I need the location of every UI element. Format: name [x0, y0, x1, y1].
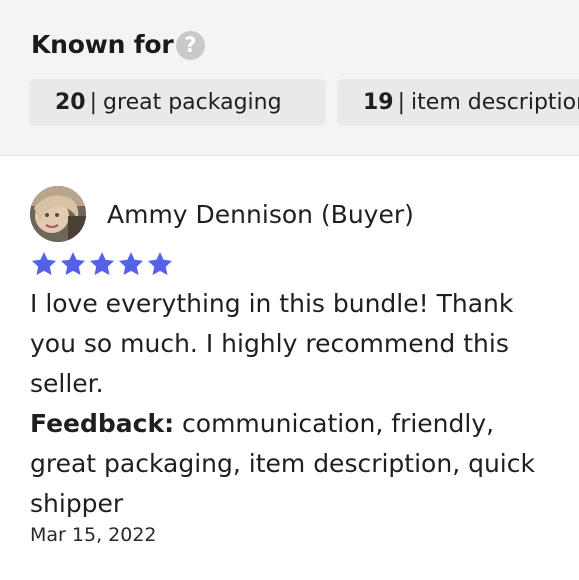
- question-circle-icon[interactable]: ?: [176, 31, 205, 60]
- reviewer-name[interactable]: Ammy Dennison (Buyer): [107, 200, 414, 229]
- star-icon: [89, 252, 115, 275]
- known-for-title: Known for: [31, 30, 174, 59]
- tag-chip[interactable]: 20 | great packaging: [29, 79, 326, 126]
- tag-separator: |: [397, 90, 406, 115]
- review-date: Mar 15, 2022: [30, 524, 157, 546]
- avatar[interactable]: [30, 186, 86, 242]
- star-icon: [147, 252, 173, 275]
- star-icon: [60, 252, 86, 275]
- star-icon: [118, 252, 144, 275]
- known-for-section: Known for ? 20 | great packaging 19 | item d…: [0, 0, 579, 156]
- review-text: I love everything in this bundle! Thank …: [30, 289, 514, 398]
- tag-chip[interactable]: 19 | item description: [337, 79, 579, 126]
- avatar-image: [30, 186, 86, 242]
- star-icon: [31, 252, 57, 275]
- tag-label: great packaging: [103, 90, 282, 115]
- review-card: Ammy Dennison (Buyer) I love everything …: [0, 156, 579, 580]
- tag-count: 19: [363, 90, 394, 115]
- feedback-label: Feedback:: [30, 409, 175, 438]
- feedback: Feedback: communication, friendly, great…: [30, 404, 560, 524]
- star-rating: [30, 250, 175, 280]
- tag-label: item description: [411, 90, 579, 115]
- tag-count: 20: [55, 90, 86, 115]
- tag-separator: |: [89, 90, 98, 115]
